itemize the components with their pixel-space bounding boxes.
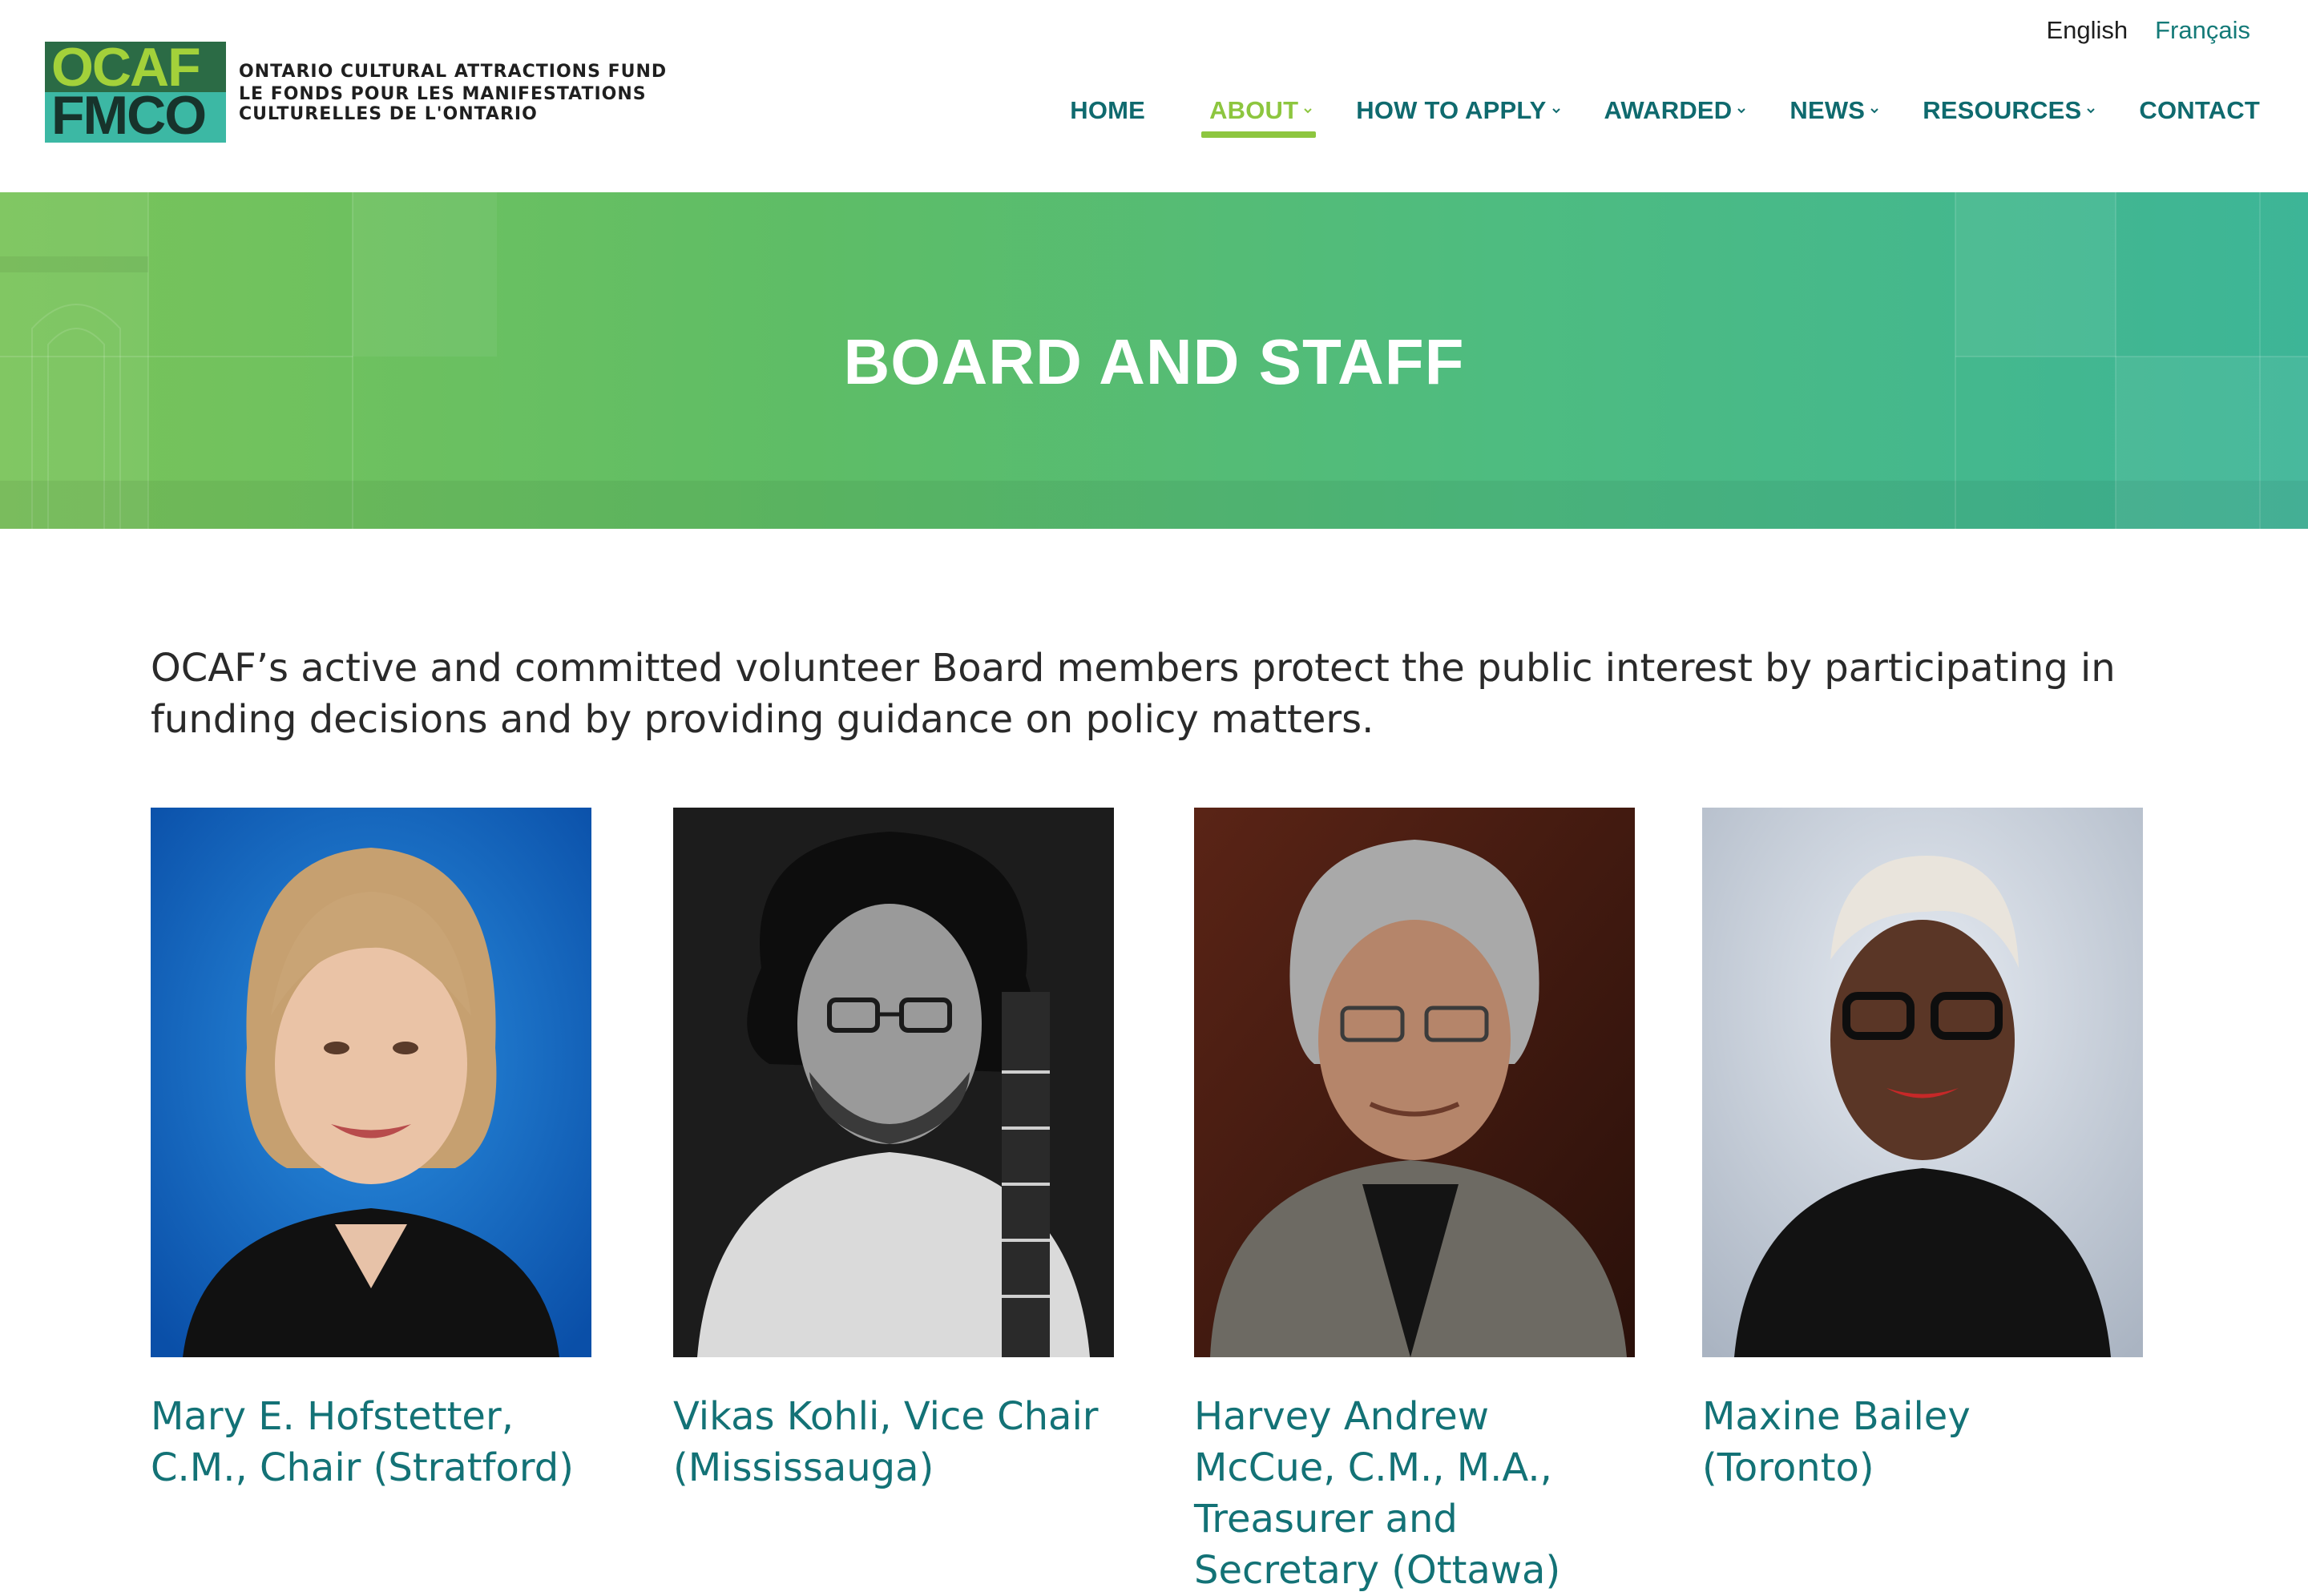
chevron-down-icon: [1737, 108, 1746, 114]
nav-contact-label: CONTACT: [2139, 96, 2260, 124]
nav-resources[interactable]: RESOURCES: [1923, 93, 2096, 128]
board-member-card[interactable]: Maxine Bailey (Toronto): [1702, 808, 2143, 1493]
nav-awarded[interactable]: AWARDED: [1604, 93, 1747, 128]
logo-mark-ocaf: OCAF: [51, 42, 201, 98]
page-banner: BOARD AND STAFF: [0, 192, 2308, 529]
logo-text-english: ONTARIO CULTURAL ATTRACTIONS FUND: [239, 62, 668, 82]
intro-paragraph: OCAF’s active and committed volunteer Bo…: [151, 646, 2116, 742]
nav-awarded-label: AWARDED: [1604, 96, 1733, 124]
nav-contact[interactable]: CONTACT: [2139, 93, 2260, 128]
board-member-card[interactable]: Harvey Andrew McCue, C.M., M.A., Treasur…: [1194, 808, 1635, 1596]
logo-text-french-1: LE FONDS POUR LES MANIFESTATIONS: [239, 84, 647, 104]
nav-home[interactable]: HOME: [1070, 93, 1145, 128]
main-nav: HOME ABOUT HOW TO APPLY AWARDED NEWS RES…: [1070, 93, 2260, 138]
nav-resources-label: RESOURCES: [1923, 96, 2082, 124]
logo-mark-fmco: FMCO: [51, 85, 207, 143]
member-name[interactable]: Maxine Bailey (Toronto): [1702, 1391, 2143, 1493]
logo-mark: OCAF FMCO: [45, 42, 226, 143]
logo-text-french-2: CULTURELLES DE L'ONTARIO: [239, 104, 538, 124]
member-photo[interactable]: [673, 808, 1114, 1357]
board-member-card[interactable]: Vikas Kohli, Vice Chair (Mississauga): [673, 808, 1114, 1493]
member-photo[interactable]: [151, 808, 591, 1357]
page-title: BOARD AND STAFF: [843, 326, 1465, 397]
active-nav-indicator: [1201, 131, 1317, 138]
nav-home-label: HOME: [1070, 96, 1146, 124]
language-english-link[interactable]: English: [2046, 16, 2128, 45]
nav-news-label: NEWS: [1790, 96, 1866, 124]
chevron-down-icon: [1304, 108, 1312, 114]
nav-news[interactable]: NEWS: [1790, 93, 1879, 128]
site-header: OCAF FMCO ONTARIO CULTURAL ATTRACTIONS F…: [0, 0, 2308, 192]
board-member-card[interactable]: Mary E. Hofstetter, C.M., Chair (Stratfo…: [151, 808, 591, 1493]
language-switcher: English Français: [2046, 16, 2250, 45]
chevron-down-icon: [1870, 108, 1878, 114]
nav-how-to-apply-label: HOW TO APPLY: [1356, 96, 1547, 124]
member-name[interactable]: Harvey Andrew McCue, C.M., M.A., Treasur…: [1194, 1391, 1635, 1596]
nav-about[interactable]: ABOUT: [1201, 93, 1317, 138]
nav-how-to-apply[interactable]: HOW TO APPLY: [1356, 93, 1560, 128]
member-photo[interactable]: [1194, 808, 1635, 1357]
language-french-link[interactable]: Français: [2155, 16, 2250, 45]
nav-about-label: ABOUT: [1209, 96, 1299, 124]
chevron-down-icon: [1551, 108, 1560, 114]
chevron-down-icon: [2087, 108, 2096, 114]
member-name[interactable]: Mary E. Hofstetter, C.M., Chair (Stratfo…: [151, 1391, 591, 1493]
member-photo[interactable]: [1702, 808, 2143, 1357]
ocaf-logo[interactable]: OCAF FMCO ONTARIO CULTURAL ATTRACTIONS F…: [45, 42, 667, 143]
logo-text: ONTARIO CULTURAL ATTRACTIONS FUND LE FON…: [239, 60, 667, 124]
member-name[interactable]: Vikas Kohli, Vice Chair (Mississauga): [673, 1391, 1114, 1493]
